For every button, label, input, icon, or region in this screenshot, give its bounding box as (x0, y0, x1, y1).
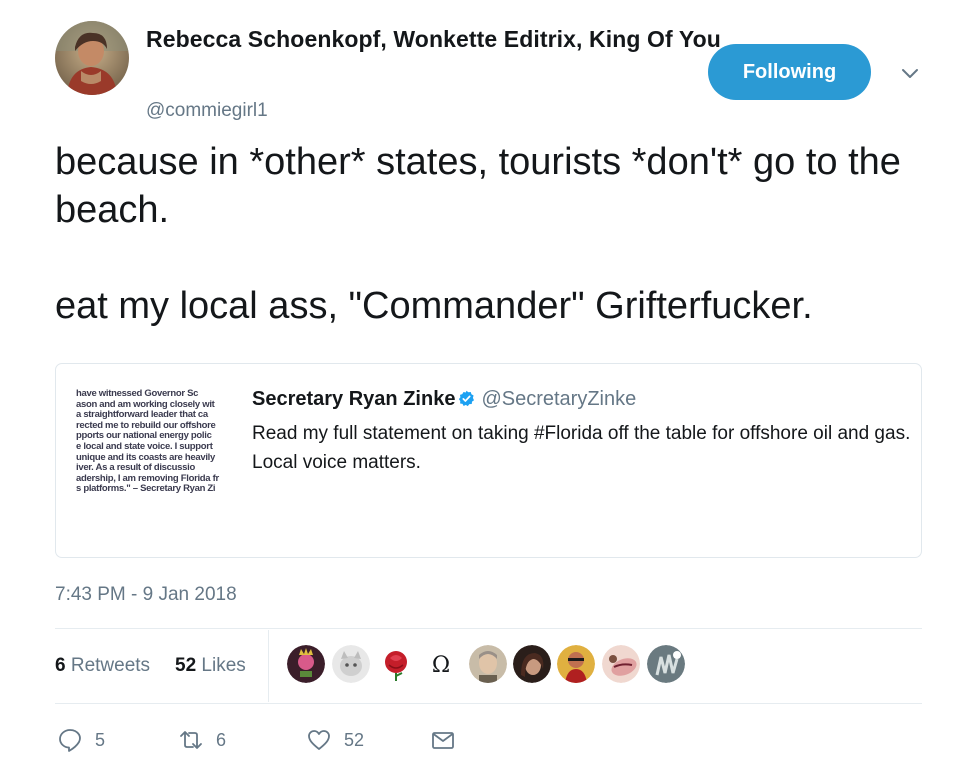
reply-button[interactable]: 5 (57, 725, 105, 755)
retweet-button[interactable]: 6 (178, 725, 226, 755)
author-handle[interactable]: @commiegirl1 (146, 100, 268, 122)
svg-text:Ω: Ω (432, 653, 450, 678)
liker-avatar[interactable]: Ω (422, 645, 460, 683)
liker-avatar[interactable] (377, 645, 415, 683)
liker-avatar[interactable] (287, 645, 325, 683)
thumbnail-line: have witnessed Governor Sc (76, 389, 199, 399)
quoted-tweet-text: Read my full statement on taking #Florid… (252, 423, 911, 473)
vertical-divider (268, 630, 269, 702)
quoted-tweet-header: Secretary Ryan Zinke @SecretaryZinke (252, 388, 636, 411)
liker-avatar[interactable] (469, 645, 507, 683)
likes-count: 52 (175, 655, 197, 676)
quoted-author-name[interactable]: Secretary Ryan Zinke (252, 388, 455, 410)
heart-icon (308, 730, 330, 750)
reply-count: 5 (95, 729, 106, 750)
retweets-stat[interactable]: 6 Retweets (55, 655, 150, 677)
likes-stat[interactable]: 52 Likes (175, 655, 246, 677)
retweet-icon (180, 731, 202, 749)
author-avatar[interactable] (55, 21, 129, 95)
quoted-tweet-thumbnail[interactable]: have witnessed Governor Sc ason and am w… (76, 389, 238, 517)
like-button[interactable]: 52 (306, 725, 364, 755)
likes-label: Likes (201, 655, 246, 676)
direct-message-button[interactable] (430, 725, 456, 755)
following-button[interactable]: Following (708, 44, 871, 100)
liker-avatar[interactable] (332, 645, 370, 683)
retweets-count: 6 (55, 655, 66, 676)
quoted-author-handle[interactable]: @SecretaryZinke (481, 388, 636, 410)
retweet-count: 6 (216, 729, 227, 750)
verified-badge-icon (458, 390, 475, 407)
chevron-down-icon[interactable] (898, 64, 922, 84)
profile-photo-icon (55, 21, 129, 95)
divider (55, 628, 922, 629)
like-count: 52 (344, 729, 365, 750)
liker-avatar[interactable] (513, 645, 551, 683)
author-display-name[interactable]: Rebecca Schoenkopf, Wonkette Editrix, Ki… (146, 26, 721, 53)
reply-icon (59, 729, 81, 752)
tweet-text: because in *other* states, tourists *don… (55, 141, 901, 327)
tweet-timestamp[interactable]: 7:43 PM - 9 Jan 2018 (55, 584, 237, 606)
liker-avatar[interactable] (602, 645, 640, 683)
thumbnail-line: s platforms." – Secretary Ryan Zi (76, 483, 216, 495)
envelope-icon (432, 732, 454, 749)
thumbnail-line: e local and state voice. I support (76, 440, 213, 452)
retweets-label: Retweets (70, 655, 151, 676)
quoted-tweet-card[interactable]: have witnessed Governor Sc ason and am w… (55, 363, 922, 558)
liker-avatar[interactable] (557, 645, 595, 683)
liker-avatar[interactable] (647, 645, 685, 683)
divider (55, 703, 922, 704)
